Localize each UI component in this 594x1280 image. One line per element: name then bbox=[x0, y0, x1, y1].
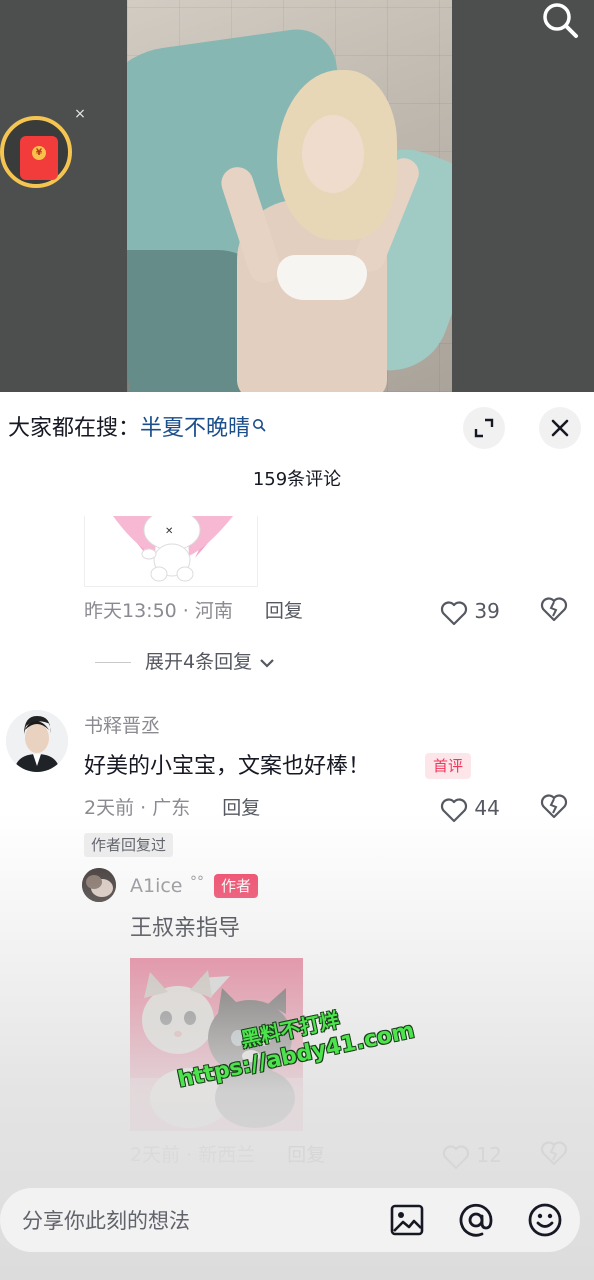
red-packet-close-button[interactable]: × bbox=[72, 106, 88, 122]
heart-icon bbox=[440, 797, 468, 822]
comment-time-location: 昨天13:50 · 河南 bbox=[84, 600, 233, 622]
expand-replies-button[interactable]: 展开4条回复 bbox=[95, 648, 276, 676]
search-button[interactable] bbox=[538, 0, 582, 40]
red-packet-button[interactable]: ¥ bbox=[0, 116, 72, 188]
heart-icon bbox=[442, 1144, 470, 1169]
avatar[interactable] bbox=[6, 710, 68, 772]
author-replied-badge: 作者回复过 bbox=[84, 833, 174, 857]
search-icon bbox=[543, 3, 578, 38]
reply-username[interactable]: A1ice bbox=[130, 873, 183, 899]
like-button[interactable]: 44 bbox=[440, 793, 500, 823]
bunny-sticker[interactable]: ✕ bbox=[84, 516, 258, 587]
reply-meta: 2天前 · 新西兰 回复 bbox=[130, 1141, 325, 1169]
author-tag: 作者 bbox=[214, 874, 259, 898]
heart-icon bbox=[440, 600, 468, 625]
broken-heart-icon bbox=[540, 1141, 568, 1166]
expand-replies-label: 展开4条回复 bbox=[145, 651, 253, 673]
comment-input-bar bbox=[0, 1188, 580, 1252]
at-icon bbox=[459, 1203, 493, 1237]
comment-time-location: 2天前 · 广东 bbox=[84, 797, 191, 819]
reply-button[interactable]: 回复 bbox=[287, 1144, 325, 1166]
video-player[interactable]: ¥ × bbox=[0, 0, 594, 392]
chevron-down-icon bbox=[260, 658, 274, 668]
avatar-image bbox=[82, 868, 116, 902]
trending-search: 大家都在搜：半夏不晚晴 bbox=[8, 414, 266, 444]
comment-meta: 昨天13:50 · 河南 回复 bbox=[84, 597, 303, 625]
comment-panel: 大家都在搜：半夏不晚晴 159条评论 ✕ 昨天13:50 · 河南 回复 39 … bbox=[0, 392, 594, 1280]
expand-panel-button[interactable] bbox=[463, 407, 505, 449]
close-icon bbox=[551, 419, 569, 437]
like-button[interactable]: 39 bbox=[440, 596, 500, 626]
video-frame[interactable] bbox=[127, 0, 452, 392]
like-count: 44 bbox=[474, 796, 500, 820]
dislike-button[interactable] bbox=[540, 1140, 570, 1170]
comment-text: 好美的小宝宝，文案也好棒！ bbox=[84, 754, 371, 779]
search-icon bbox=[253, 419, 266, 432]
svg-text:✕: ✕ bbox=[165, 526, 173, 537]
like-button[interactable]: 12 bbox=[442, 1140, 502, 1170]
expand-icon bbox=[474, 418, 494, 438]
emoji-button[interactable] bbox=[527, 1202, 563, 1238]
reply-button[interactable]: 回复 bbox=[222, 797, 260, 819]
emoji-icon bbox=[528, 1203, 562, 1237]
mention-button[interactable] bbox=[458, 1202, 494, 1238]
comment-username[interactable]: 书释晋丞 bbox=[84, 713, 160, 739]
figure-top bbox=[277, 255, 367, 300]
bunny-sticker-icon: ✕ bbox=[113, 516, 233, 582]
like-count: 12 bbox=[476, 1143, 502, 1167]
first-comment-badge: 首评 bbox=[425, 753, 472, 779]
image-button[interactable] bbox=[389, 1202, 425, 1238]
comment-input[interactable] bbox=[20, 1202, 364, 1240]
broken-heart-icon bbox=[540, 597, 568, 622]
close-panel-button[interactable] bbox=[539, 407, 581, 449]
trending-prefix: 大家都在搜： bbox=[8, 416, 141, 441]
dislike-button[interactable] bbox=[540, 596, 570, 626]
like-count: 39 bbox=[474, 599, 500, 623]
avatar[interactable] bbox=[82, 868, 116, 902]
username-suffix: °° bbox=[190, 874, 204, 890]
coin-icon: ¥ bbox=[32, 146, 46, 160]
divider-line bbox=[95, 662, 131, 663]
reply-text: 王叔亲指导 bbox=[130, 916, 241, 941]
dislike-button[interactable] bbox=[540, 793, 570, 823]
image-icon bbox=[390, 1204, 424, 1236]
red-packet-icon: ¥ bbox=[20, 136, 58, 180]
figure-face bbox=[302, 115, 364, 193]
comment-count: 159条评论 bbox=[252, 469, 342, 490]
reply-button[interactable]: 回复 bbox=[265, 600, 303, 622]
reply-time-location: 2天前 · 新西兰 bbox=[130, 1144, 256, 1166]
broken-heart-icon bbox=[540, 794, 568, 819]
red-packet-widget: ¥ × bbox=[0, 106, 86, 198]
trending-keyword-link[interactable]: 半夏不晚晴 bbox=[140, 416, 250, 441]
comment-meta: 2天前 · 广东 回复 bbox=[84, 794, 260, 822]
avatar-image bbox=[6, 710, 68, 772]
